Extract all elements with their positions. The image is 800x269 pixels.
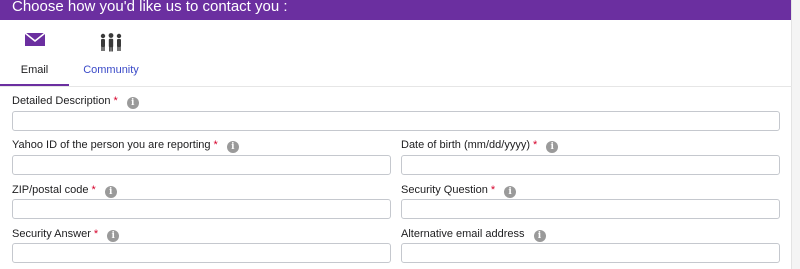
zip-label: ZIP/postal code * i	[12, 184, 117, 198]
security-question-input[interactable]	[401, 199, 780, 219]
tab-community[interactable]: Community	[76, 20, 146, 86]
info-icon[interactable]: i	[226, 141, 239, 153]
contact-tabs: Email Community	[0, 20, 792, 87]
required-marker: *	[213, 139, 218, 151]
info-icon[interactable]: i	[546, 141, 559, 153]
required-marker: *	[532, 139, 538, 151]
scrollbar[interactable]	[791, 0, 800, 269]
required-marker: *	[490, 184, 496, 196]
yahoo-id-label: Yahoo ID of the person you are reporting…	[12, 139, 239, 153]
tabs-divider	[0, 86, 792, 87]
alt-email-input[interactable]	[401, 243, 780, 263]
tab-community-label: Community	[83, 64, 139, 76]
envelope-icon	[24, 32, 46, 51]
zip-input[interactable]	[12, 199, 391, 219]
alt-email-label: Alternative email address i	[401, 228, 546, 242]
security-question-label: Security Question * i	[401, 184, 517, 198]
people-icon	[99, 32, 123, 55]
dob-label: Date of birth (mm/dd/yyyy) * i	[401, 139, 559, 153]
required-marker: *	[113, 95, 118, 107]
detailed-description-input[interactable]	[12, 111, 780, 131]
required-marker: *	[93, 228, 99, 240]
info-icon[interactable]: i	[126, 97, 139, 109]
info-icon[interactable]: i	[533, 230, 546, 242]
tab-email[interactable]: Email	[0, 20, 69, 87]
page-header: Choose how you'd like us to contact you …	[0, 0, 792, 20]
info-icon[interactable]: i	[104, 186, 117, 198]
info-icon[interactable]: i	[107, 230, 120, 242]
security-answer-label: Security Answer * i	[12, 228, 120, 242]
detailed-description-label: Detailed Description * i	[12, 95, 139, 109]
dob-input[interactable]	[401, 155, 780, 175]
security-answer-input[interactable]	[12, 243, 391, 263]
yahoo-id-input[interactable]	[12, 155, 391, 175]
info-icon[interactable]: i	[504, 186, 517, 198]
required-marker: *	[91, 184, 96, 196]
header-title: Choose how you'd like us to contact you …	[12, 0, 288, 15]
tab-email-label: Email	[20, 64, 49, 76]
